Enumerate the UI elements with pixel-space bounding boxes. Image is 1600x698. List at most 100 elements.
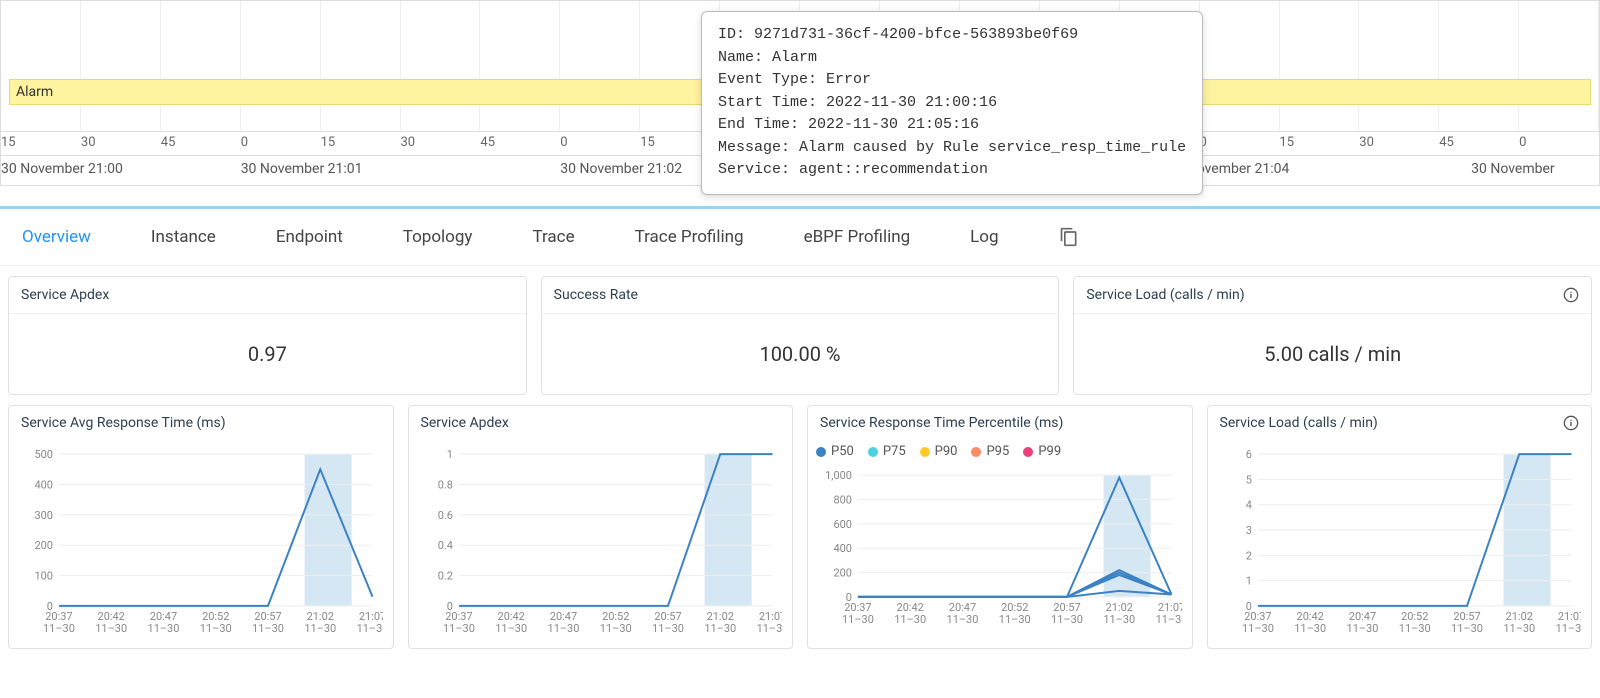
svg-text:11–30: 11–30 <box>1103 613 1135 626</box>
card-success-title: Success Rate <box>554 287 638 303</box>
chart-load: Service Load (calls / min) 012345620:371… <box>1207 405 1593 649</box>
chart-apdex-svg: 00.20.40.60.8120:3711–3020:4211–3020:471… <box>419 446 783 636</box>
tab-instance[interactable]: Instance <box>151 227 216 247</box>
summary-row: Service Apdex 0.97 Success Rate 100.00 %… <box>0 266 1600 405</box>
svg-text:11–30: 11–30 <box>357 622 383 635</box>
chart-avg-resp-svg: 010020030040050020:3711–3020:4211–3020:4… <box>19 446 383 636</box>
svg-text:11–30: 11–30 <box>547 622 579 635</box>
tab-overview[interactable]: Overview <box>22 227 91 247</box>
svg-text:0.2: 0.2 <box>437 570 452 583</box>
timeline-minor-tick: 15 <box>321 135 336 150</box>
chart-load-svg: 012345620:3711–3020:4211–3020:4711–3020:… <box>1218 446 1582 636</box>
timeline: Alarm ID: 9271d731-36cf-4200-bfce-563893… <box>0 0 1600 186</box>
tab-ebpf-profiling[interactable]: eBPF Profiling <box>804 227 911 247</box>
timeline-minor-tick: 0 <box>241 135 248 150</box>
svg-text:11–30: 11–30 <box>1051 613 1083 626</box>
event-tooltip: ID: 9271d731-36cf-4200-bfce-563893be0f69… <box>701 11 1203 195</box>
svg-text:11–30: 11–30 <box>947 613 979 626</box>
legend-p50[interactable]: P50 <box>816 444 854 459</box>
legend-p75[interactable]: P75 <box>868 444 906 459</box>
chart-avg-resp: Service Avg Response Time (ms) 010020030… <box>8 405 394 649</box>
svg-text:3: 3 <box>1245 524 1251 537</box>
svg-text:11–30: 11–30 <box>495 622 527 635</box>
info-icon[interactable] <box>1563 287 1579 303</box>
timeline-minor-tick: 15 <box>1279 135 1294 150</box>
timeline-minor-tick: 0 <box>1519 135 1526 150</box>
timeline-major-tick: 30 November 21:02 <box>560 161 682 177</box>
timeline-minor-tick: 45 <box>480 135 495 150</box>
card-load-value: 5.00 calls / min <box>1074 314 1591 394</box>
copy-icon[interactable] <box>1059 227 1079 247</box>
svg-text:0.6: 0.6 <box>437 509 452 522</box>
svg-text:11–30: 11–30 <box>1294 622 1326 635</box>
svg-text:11–30: 11–30 <box>1451 622 1483 635</box>
svg-text:0.8: 0.8 <box>437 478 452 491</box>
svg-text:11–30: 11–30 <box>704 622 736 635</box>
timeline-major-tick: 30 November <box>1471 161 1555 177</box>
card-load: Service Load (calls / min) 5.00 calls / … <box>1073 276 1592 395</box>
timeline-minor-tick: 30 <box>401 135 416 150</box>
timeline-major-tick: 30 November 21:00 <box>1 161 123 177</box>
timeline-minor-tick: 0 <box>560 135 567 150</box>
card-success: Success Rate 100.00 % <box>541 276 1060 395</box>
timeline-major-tick: 30 November 21:01 <box>241 161 363 177</box>
svg-text:200: 200 <box>34 539 53 552</box>
svg-text:2: 2 <box>1245 549 1251 562</box>
svg-text:600: 600 <box>833 518 852 531</box>
svg-text:11–30: 11–30 <box>304 622 336 635</box>
svg-text:500: 500 <box>34 448 53 461</box>
svg-text:800: 800 <box>833 493 852 506</box>
tab-endpoint[interactable]: Endpoint <box>276 227 343 247</box>
chart-apdex: Service Apdex 00.20.40.60.8120:3711–3020… <box>408 405 794 649</box>
tab-log[interactable]: Log <box>970 227 998 247</box>
svg-text:0.4: 0.4 <box>437 539 452 552</box>
info-icon[interactable] <box>1563 415 1579 431</box>
svg-text:11–30: 11–30 <box>599 622 631 635</box>
svg-text:11–30: 11–30 <box>200 622 232 635</box>
svg-text:11–30: 11–30 <box>1503 622 1535 635</box>
timeline-minor-tick: 45 <box>161 135 176 150</box>
svg-text:1,000: 1,000 <box>825 469 852 482</box>
legend-p99[interactable]: P99 <box>1023 444 1061 459</box>
svg-text:11–30: 11–30 <box>652 622 684 635</box>
svg-text:11–30: 11–30 <box>443 622 475 635</box>
timeline-minor-tick: 15 <box>640 135 655 150</box>
tab-trace-profiling[interactable]: Trace Profiling <box>635 227 744 247</box>
timeline-minor-tick: 30 <box>1359 135 1374 150</box>
alarm-label: Alarm <box>16 84 53 100</box>
tab-trace[interactable]: Trace <box>532 227 574 247</box>
svg-text:11–30: 11–30 <box>148 622 180 635</box>
card-apdex: Service Apdex 0.97 <box>8 276 527 395</box>
svg-text:400: 400 <box>833 542 852 555</box>
tab-bar: Overview Instance Endpoint Topology Trac… <box>0 209 1600 266</box>
chart-percentile: Service Response Time Percentile (ms) P5… <box>807 405 1193 649</box>
tab-topology[interactable]: Topology <box>403 227 473 247</box>
svg-text:1: 1 <box>1245 575 1251 588</box>
svg-text:1: 1 <box>446 448 452 461</box>
legend-p90[interactable]: P90 <box>920 444 958 459</box>
svg-text:300: 300 <box>34 509 53 522</box>
svg-text:11–30: 11–30 <box>756 622 782 635</box>
svg-text:5: 5 <box>1245 473 1251 486</box>
svg-text:400: 400 <box>34 478 53 491</box>
svg-text:11–30: 11–30 <box>1346 622 1378 635</box>
svg-text:11–30: 11–30 <box>999 613 1031 626</box>
timeline-minor-tick: 30 <box>81 135 96 150</box>
svg-text:11–30: 11–30 <box>1555 622 1581 635</box>
svg-text:11–30: 11–30 <box>1242 622 1274 635</box>
legend-p95[interactable]: P95 <box>971 444 1009 459</box>
svg-text:4: 4 <box>1245 499 1251 512</box>
card-success-value: 100.00 % <box>542 314 1059 394</box>
svg-text:11–30: 11–30 <box>894 613 926 626</box>
chart-row: Service Avg Response Time (ms) 010020030… <box>0 405 1600 661</box>
card-load-title: Service Load (calls / min) <box>1086 287 1244 303</box>
timeline-minor-tick: 45 <box>1439 135 1454 150</box>
svg-text:100: 100 <box>34 570 53 583</box>
svg-text:11–30: 11–30 <box>95 622 127 635</box>
svg-text:11–30: 11–30 <box>842 613 874 626</box>
svg-text:11–30: 11–30 <box>43 622 75 635</box>
card-apdex-title: Service Apdex <box>21 287 109 303</box>
chart-percentile-svg: 02004006008001,00020:3711–3020:4211–3020… <box>818 467 1182 627</box>
svg-text:6: 6 <box>1245 448 1251 461</box>
timeline-minor-tick: 15 <box>1 135 16 150</box>
